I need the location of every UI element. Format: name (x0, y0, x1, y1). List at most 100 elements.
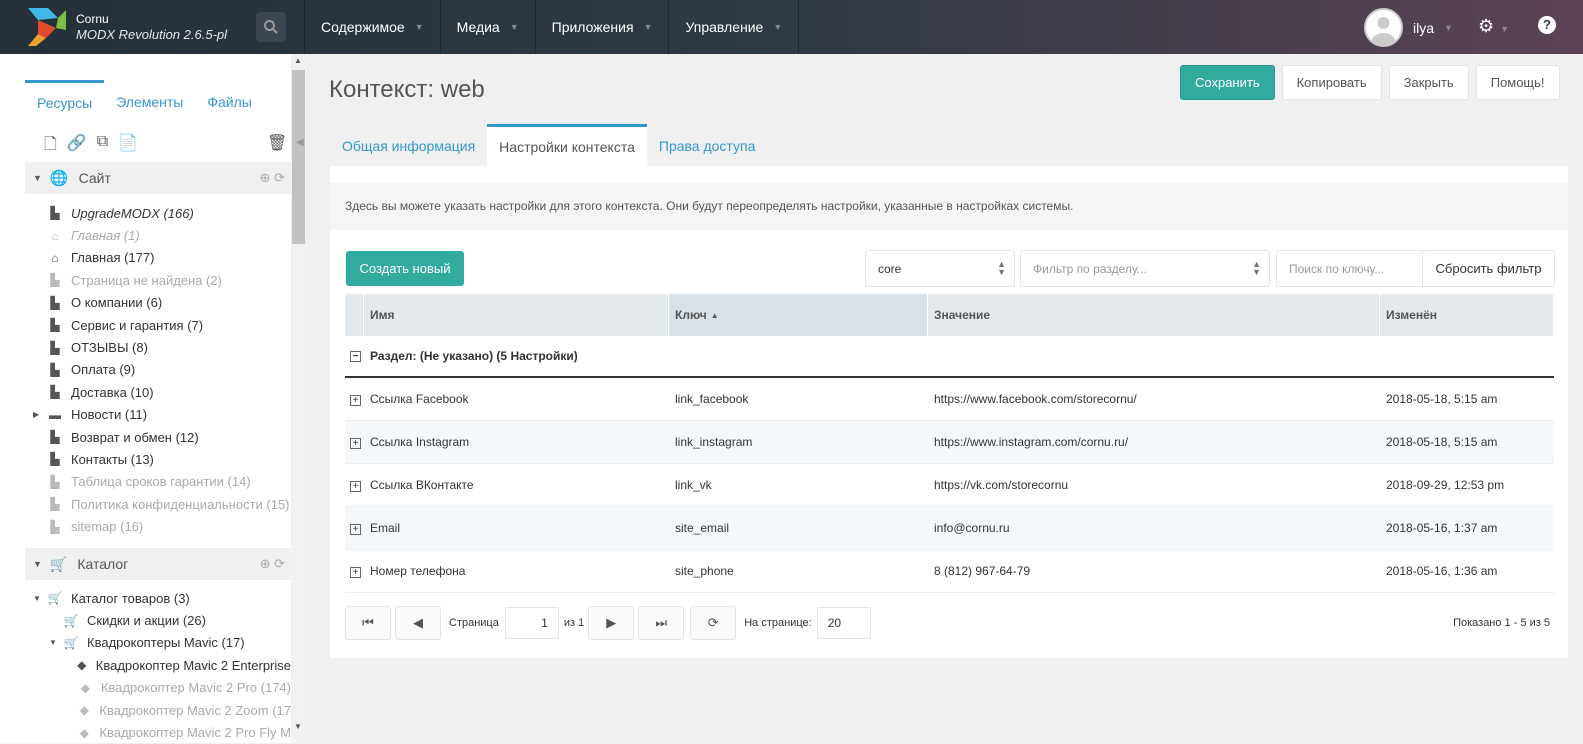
table-row[interactable]: + Номер телефона site_phone 8 (812) 967-64-… (345, 550, 1554, 593)
modx-logo[interactable] (28, 8, 66, 46)
collapse-icon[interactable]: − (350, 350, 361, 362)
tree-node[interactable]: ▙ О компании (6) (25, 292, 291, 314)
last-page-button[interactable]: ⏭ (638, 606, 685, 640)
tab-access[interactable]: Права доступа (647, 124, 767, 166)
new-symlink-icon[interactable]: ⧉ (97, 133, 108, 160)
collapse-sidebar-icon[interactable]: ◀ (296, 137, 304, 148)
add-icon[interactable]: ⊕ (260, 556, 271, 571)
scroll-down-icon[interactable]: ▼ (294, 722, 302, 731)
user-menu[interactable]: ilya ▼ (1364, 8, 1453, 47)
expand-icon[interactable]: + (350, 567, 361, 578)
chevron-down-icon: ▼ (1500, 24, 1510, 34)
column-edited[interactable]: Изменён (1380, 294, 1554, 336)
tree-node[interactable]: ▙ ОТЗЫВЫ (8) (25, 336, 291, 358)
tree-node[interactable]: ▙ Возврат и обмен (12) (25, 426, 291, 448)
column-key[interactable]: Ключ ▲ (669, 294, 928, 336)
tree-node[interactable]: ▙ Оплата (9) (25, 359, 291, 381)
column-name[interactable]: Имя (364, 294, 669, 336)
close-button[interactable]: Закрыть (1388, 65, 1469, 100)
grid-rows: + Ссылка Facebook link_facebook https://www… (345, 378, 1554, 593)
new-static-icon[interactable]: 📄 (118, 133, 138, 160)
new-document-icon[interactable]: 🗋 (44, 133, 57, 160)
new-weblink-icon[interactable]: 🔗 (67, 133, 87, 160)
tree-node[interactable]: ⌂ Главная (177) (25, 247, 291, 269)
tree-node[interactable]: ◆ Квадрокоптер Mavic 2 Zoom (17 (25, 699, 291, 721)
per-page-input[interactable]: 20 (816, 607, 871, 639)
help-button[interactable]: Помощь! (1475, 65, 1560, 100)
tree-node[interactable]: ▙ Сервис и гарантия (7) (25, 314, 291, 336)
tree-node[interactable]: ▼ 🛒 Квадрокоптеры Mavic (17) (25, 632, 291, 654)
tree-node[interactable]: ▙ Контакты (13) (25, 448, 291, 470)
tree-node-label: Контакты (13) (71, 451, 154, 467)
expand-icon[interactable]: + (350, 395, 361, 406)
caret-right-icon[interactable]: ▶ (33, 410, 47, 419)
group-header[interactable]: − Раздел: (Не указано) (5 Настройки) (345, 336, 1554, 378)
nav-apps[interactable]: Приложения ▼ (534, 0, 669, 54)
scrollbar-thumb[interactable] (292, 70, 305, 244)
tree-node[interactable]: ⌂ Главная (1) (25, 224, 291, 246)
tree-node[interactable]: 🛒 Скидки и акции (26) (25, 609, 291, 631)
nav-media[interactable]: Медиа ▼ (439, 0, 535, 54)
cell-edited: 2018-05-16, 1:36 am (1386, 564, 1498, 578)
expand-icon[interactable]: + (350, 481, 361, 492)
sidebar-scrollbar[interactable]: ▲ ▼ (291, 54, 306, 743)
file-icon: ▙ (50, 340, 60, 355)
tree-node[interactable]: ◆ Квадрокоптер Mavic 2 Pro (174) (25, 677, 291, 699)
trash-icon[interactable]: 🗑 (267, 133, 287, 153)
page-input[interactable]: 1 (504, 607, 559, 639)
tree-node[interactable]: ◆ Квадрокоптер Mavic 2 Pro Fly M (25, 721, 291, 743)
save-button[interactable]: Сохранить (1180, 65, 1275, 100)
tree-node[interactable]: ▼ 🛒 Каталог товаров (3) (25, 587, 291, 609)
help-icon[interactable]: ? (1538, 16, 1556, 34)
tab-general[interactable]: Общая информация (330, 124, 487, 166)
caret-down-icon[interactable]: ▼ (33, 173, 42, 183)
scroll-up-icon[interactable]: ▲ (294, 56, 302, 65)
table-row[interactable]: + Ссылка Instagram link_instagram https://w… (345, 421, 1554, 464)
table-row[interactable]: + Email site_email info@cornu.ru 2018-05-16,… (345, 507, 1554, 550)
caret-down-icon[interactable]: ▼ (33, 559, 42, 569)
first-page-button[interactable]: ⏮ (345, 606, 391, 640)
tab-files[interactable]: Файлы (195, 80, 263, 122)
tab-resources[interactable]: Ресурсы (25, 80, 105, 122)
next-page-button[interactable]: ▶ (588, 606, 635, 640)
site-section-header[interactable]: ▼ 🌐 Сайт ⊕ ⟳ (25, 162, 291, 194)
tree-node[interactable]: ▶ ▬ Новости (11) (25, 404, 291, 426)
caret-down-icon[interactable]: ▼ (49, 638, 63, 647)
file-icon: ▙ (50, 362, 60, 377)
add-icon[interactable]: ⊕ (260, 170, 271, 185)
expand-icon[interactable]: + (350, 438, 361, 449)
tree-node[interactable]: ▙ Доставка (10) (25, 381, 291, 403)
file-icon: ▙ (50, 497, 60, 512)
table-row[interactable]: + Ссылка ВКонтакте link_vk https://vk.com/s… (345, 464, 1554, 507)
tree-node[interactable]: ▙ Страница не найдена (2) (25, 269, 291, 291)
reset-filter-button[interactable]: Сбросить фильтр (1422, 250, 1555, 287)
prev-page-button[interactable]: ◀ (395, 606, 441, 640)
tab-elements[interactable]: Элементы (104, 80, 195, 122)
key-search-input[interactable]: Поиск по ключу... (1276, 250, 1423, 287)
namespace-select[interactable]: core ▲ ▼ (865, 250, 1015, 287)
table-row[interactable]: + Ссылка Facebook link_facebook https://www… (345, 378, 1554, 421)
tree-node[interactable]: ▙ Политика конфиденциальности (15) (25, 493, 291, 515)
gear-icon[interactable]: ⚙ ▼ (1478, 16, 1509, 37)
refresh-icon[interactable]: ⟳ (274, 170, 285, 185)
tab-context-settings[interactable]: Настройки контекста (487, 124, 647, 166)
chevron-down-icon: ▼ (643, 22, 653, 32)
copy-button[interactable]: Копировать (1281, 65, 1382, 100)
file-icon: ▙ (50, 474, 60, 489)
tree-node[interactable]: ▙ UpgradeMODX (166) (25, 202, 291, 224)
expand-icon[interactable]: + (350, 524, 361, 535)
column-value[interactable]: Значение (928, 294, 1380, 336)
tree-node[interactable]: ▙ Таблица сроков гарантии (14) (25, 471, 291, 493)
tree-node[interactable]: ◆ Квадрокоптер Mavic 2 Enterprise (25, 654, 291, 676)
refresh-button[interactable]: ⟳ (690, 606, 737, 640)
tree-node[interactable]: ▙ sitemap (16) (25, 515, 291, 537)
tree-node-label: Оплата (9) (71, 362, 136, 378)
nav-content[interactable]: Содержимое ▼ (304, 0, 440, 54)
nav-manage[interactable]: Управление ▼ (668, 0, 800, 54)
area-filter-select[interactable]: Фильтр по разделу... ▲ ▼ (1020, 250, 1270, 287)
search-button[interactable] (256, 12, 286, 42)
caret-down-icon[interactable]: ▼ (33, 594, 47, 603)
refresh-icon[interactable]: ⟳ (274, 556, 285, 571)
catalog-section-header[interactable]: ▼ 🛒 Каталог ⊕ ⟳ (25, 548, 291, 580)
create-new-button[interactable]: Создать новый (346, 251, 464, 286)
